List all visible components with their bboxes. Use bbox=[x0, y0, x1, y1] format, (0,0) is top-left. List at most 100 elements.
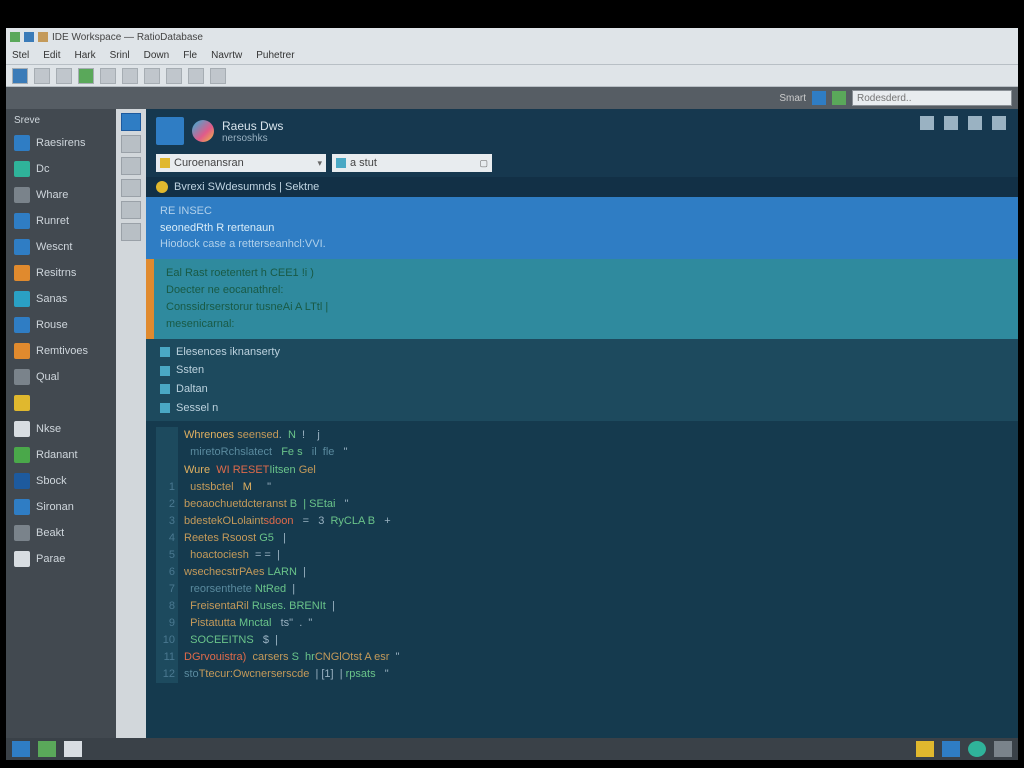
action-icon[interactable] bbox=[968, 116, 982, 130]
rail-icon[interactable] bbox=[121, 223, 141, 241]
sidebar-item[interactable]: Raesirens bbox=[6, 130, 116, 156]
toolbar-icon[interactable] bbox=[812, 91, 826, 105]
taskbar-icon[interactable] bbox=[38, 741, 56, 757]
sidebar-item[interactable]: Rouse bbox=[6, 312, 116, 338]
code-line: 4Reetes Rsoost G5 | bbox=[156, 530, 1008, 547]
rail-icon[interactable] bbox=[121, 135, 141, 153]
sidebar-item-label: Sbock bbox=[36, 475, 67, 487]
sidebar-item-label: Raesirens bbox=[36, 137, 86, 149]
toolbar-primary bbox=[6, 65, 1018, 87]
menu-item[interactable]: Navrtw bbox=[211, 50, 242, 61]
sidebar-item[interactable]: Wescnt bbox=[6, 234, 116, 260]
rail-icon[interactable] bbox=[121, 179, 141, 197]
sidebar-item-label: Sanas bbox=[36, 293, 67, 305]
tree-icon bbox=[160, 366, 170, 376]
toolbar-icon[interactable] bbox=[832, 91, 846, 105]
sidebar-item[interactable]: Beakt bbox=[6, 520, 116, 546]
tool-button[interactable] bbox=[100, 68, 116, 84]
tool-button[interactable] bbox=[144, 68, 160, 84]
path-text: Curoenansran bbox=[174, 157, 244, 169]
line-number: 7 bbox=[156, 581, 178, 598]
sidebar-item-icon bbox=[14, 187, 30, 203]
breadcrumb: Bvrexi SWdesumnds | Sektne bbox=[146, 177, 1018, 197]
sidebar-item-icon bbox=[14, 135, 30, 151]
line-number: 4 bbox=[156, 530, 178, 547]
tool-button[interactable] bbox=[56, 68, 72, 84]
hl-line: RE INSEC bbox=[160, 203, 1004, 220]
sidebar-item[interactable]: Rdanant bbox=[6, 442, 116, 468]
code-line: 9 Pistatutta Mnctal ts" . " bbox=[156, 615, 1008, 632]
tool-button[interactable] bbox=[78, 68, 94, 84]
tool-button[interactable] bbox=[210, 68, 226, 84]
rail-icon[interactable] bbox=[121, 157, 141, 175]
menu-item[interactable]: Down bbox=[144, 50, 170, 61]
code-line: 10 SOCEEITNS $ | bbox=[156, 632, 1008, 649]
taskbar-icon[interactable] bbox=[12, 741, 30, 757]
sidebar-item-icon bbox=[14, 395, 30, 411]
toolbar-secondary: Smart bbox=[6, 87, 1018, 109]
tool-button[interactable] bbox=[12, 68, 28, 84]
sidebar-item-icon bbox=[14, 447, 30, 463]
sidebar-item-icon bbox=[14, 213, 30, 229]
tree-node[interactable]: Sessel n bbox=[160, 399, 1004, 418]
app-icon-2 bbox=[24, 32, 34, 42]
menu-item[interactable]: Srinl bbox=[110, 50, 130, 61]
search-input[interactable] bbox=[852, 90, 1012, 106]
tool-button[interactable] bbox=[34, 68, 50, 84]
sidebar-item-icon bbox=[14, 265, 30, 281]
tree-node[interactable]: Daltan bbox=[160, 380, 1004, 399]
tray-icon[interactable] bbox=[942, 741, 960, 757]
code-editor[interactable]: Whrenoes seensed. N ! j miretoRchslatect… bbox=[146, 421, 1018, 740]
taskbar-icon[interactable] bbox=[64, 741, 82, 757]
sidebar-item-label: Rouse bbox=[36, 319, 68, 331]
line-number bbox=[156, 444, 178, 461]
line-number: 1 bbox=[156, 479, 178, 496]
sidebar-item[interactable]: Resitrns bbox=[6, 260, 116, 286]
folder-icon bbox=[160, 158, 170, 168]
sidebar-item-label: Parae bbox=[36, 553, 65, 565]
sidebar-item[interactable]: Runret bbox=[6, 208, 116, 234]
path-combo[interactable]: Curoenansran ▾ bbox=[156, 154, 326, 172]
icon-rail bbox=[116, 109, 146, 740]
sidebar-item[interactable]: Nkse bbox=[6, 416, 116, 442]
sidebar-item[interactable]: Dc bbox=[6, 156, 116, 182]
chevron-down-icon: ▾ bbox=[317, 158, 322, 169]
tray-icon[interactable] bbox=[916, 741, 934, 757]
action-icon[interactable] bbox=[992, 116, 1006, 130]
block-line: Doecter ne eocanathrel: bbox=[166, 282, 1006, 299]
action-icon[interactable] bbox=[920, 116, 934, 130]
menu-item[interactable]: Edit bbox=[43, 50, 60, 61]
sidebar-item[interactable]: Sanas bbox=[6, 286, 116, 312]
tool-button[interactable] bbox=[166, 68, 182, 84]
tray-icon[interactable] bbox=[968, 741, 986, 757]
filter-combo[interactable]: a stut ▢ bbox=[332, 154, 492, 172]
sidebar-item[interactable]: Qual bbox=[6, 364, 116, 390]
menu-item[interactable]: Puhetrer bbox=[256, 50, 294, 61]
tool-button[interactable] bbox=[122, 68, 138, 84]
tree-node[interactable]: Elesences iknanserty bbox=[160, 343, 1004, 362]
tree-node[interactable]: Ssten bbox=[160, 361, 1004, 380]
tray-icon[interactable] bbox=[994, 741, 1012, 757]
sidebar-item[interactable] bbox=[6, 390, 116, 416]
sidebar-item-label: Sironan bbox=[36, 501, 74, 513]
breadcrumb-icon bbox=[156, 181, 168, 193]
sidebar-item[interactable]: Parae bbox=[6, 546, 116, 572]
block-line: mesenicarnal: bbox=[166, 316, 1006, 333]
tool-button[interactable] bbox=[188, 68, 204, 84]
menu-item[interactable]: Fle bbox=[183, 50, 197, 61]
selected-block[interactable]: RE INSEC seonedRth R rertenaun Hiodock c… bbox=[146, 197, 1018, 259]
sidebar-item[interactable]: Sironan bbox=[6, 494, 116, 520]
rail-icon[interactable] bbox=[121, 113, 141, 131]
rail-icon[interactable] bbox=[121, 201, 141, 219]
menu-item[interactable]: Hark bbox=[74, 50, 95, 61]
sidebar-item[interactable]: Sbock bbox=[6, 468, 116, 494]
line-number: 12 bbox=[156, 666, 178, 683]
menu-item[interactable]: Stel bbox=[12, 50, 29, 61]
sidebar-item[interactable]: Remtivoes bbox=[6, 338, 116, 364]
sidebar-item-label: Beakt bbox=[36, 527, 64, 539]
taskbar bbox=[6, 738, 1018, 760]
hl-line: seonedRth R rertenaun bbox=[160, 220, 1004, 237]
app-icon bbox=[10, 32, 20, 42]
action-icon[interactable] bbox=[944, 116, 958, 130]
sidebar-item[interactable]: Whare bbox=[6, 182, 116, 208]
